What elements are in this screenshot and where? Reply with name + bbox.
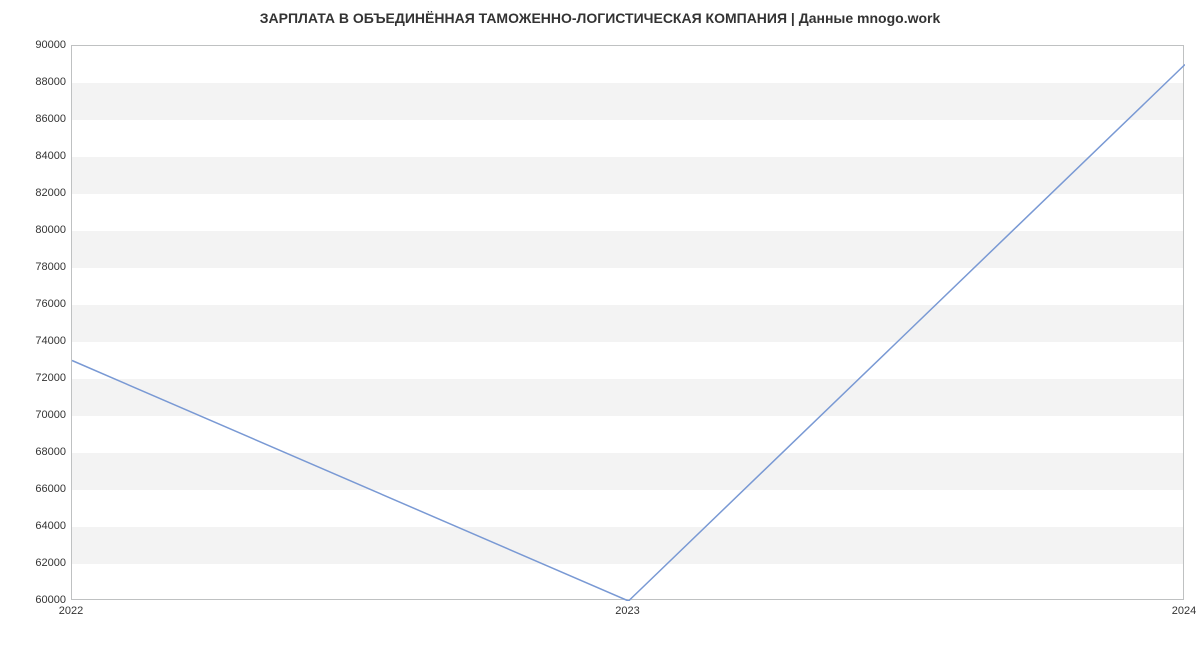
x-tick-label: 2022 [59, 605, 83, 617]
y-tick-label: 78000 [6, 261, 66, 273]
x-tick-label: 2023 [615, 605, 639, 617]
y-tick-label: 72000 [6, 372, 66, 384]
y-tick-label: 80000 [6, 224, 66, 236]
line-series [72, 46, 1185, 601]
y-tick-label: 68000 [6, 446, 66, 458]
y-tick-label: 76000 [6, 298, 66, 310]
y-tick-label: 70000 [6, 409, 66, 421]
y-tick-label: 90000 [6, 39, 66, 51]
y-tick-label: 62000 [6, 557, 66, 569]
y-tick-label: 66000 [6, 483, 66, 495]
y-tick-label: 74000 [6, 335, 66, 347]
y-tick-label: 84000 [6, 150, 66, 162]
plot-area [71, 45, 1184, 600]
chart-title: ЗАРПЛАТА В ОБЪЕДИНЁННАЯ ТАМОЖЕННО-ЛОГИСТ… [0, 10, 1200, 26]
y-tick-label: 86000 [6, 113, 66, 125]
y-tick-label: 82000 [6, 187, 66, 199]
y-tick-label: 60000 [6, 594, 66, 606]
y-tick-label: 88000 [6, 76, 66, 88]
y-tick-label: 64000 [6, 520, 66, 532]
x-tick-label: 2024 [1172, 605, 1196, 617]
